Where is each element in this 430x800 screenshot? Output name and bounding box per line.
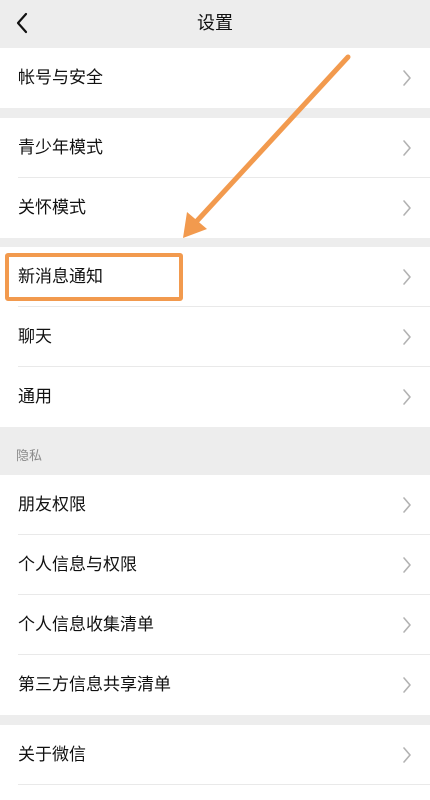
chevron-right-icon [403,617,411,633]
chevron-right-icon [403,70,411,86]
settings-item-care-mode[interactable]: 关怀模式 [0,178,430,238]
settings-item-youth-mode[interactable]: 青少年模式 [0,118,430,178]
settings-group-about: 关于微信 [0,725,430,800]
chevron-right-icon [403,497,411,513]
section-title: 隐私 [16,449,43,464]
chevron-right-icon [403,557,411,573]
settings-item-about-wechat[interactable]: 关于微信 [0,725,430,785]
section-header-privacy: 隐私 [0,427,430,475]
settings-item-label: 帐号与安全 [18,68,103,88]
settings-item-chat[interactable]: 聊天 [0,307,430,367]
settings-item-third-party-sharing[interactable]: 第三方信息共享清单 [0,655,430,715]
settings-item-label: 个人信息与权限 [18,555,137,575]
settings-item-label: 个人信息收集清单 [18,615,154,635]
settings-group-account: 帐号与安全 [0,48,430,108]
chevron-right-icon [403,747,411,763]
settings-item-label: 青少年模式 [18,138,103,158]
chevron-right-icon [403,140,411,156]
divider [18,784,430,785]
settings-item-account-security[interactable]: 帐号与安全 [0,48,430,108]
top-bar: 设置 [0,0,430,47]
settings-item-label: 聊天 [18,327,52,347]
chevron-right-icon [403,269,411,285]
highlight-box [5,253,183,301]
settings-item-label: 第三方信息共享清单 [18,675,171,695]
settings-item-friend-permissions[interactable]: 朋友权限 [0,475,430,535]
settings-item-personal-info-permissions[interactable]: 个人信息与权限 [0,535,430,595]
settings-group-privacy: 朋友权限 个人信息与权限 个人信息收集清单 第三方信息共享清单 [0,475,430,715]
settings-item-label: 通用 [18,387,52,407]
settings-group-modes: 青少年模式 关怀模式 [0,118,430,238]
chevron-right-icon [403,200,411,216]
settings-item-general[interactable]: 通用 [0,367,430,427]
settings-item-label: 朋友权限 [18,495,86,515]
chevron-right-icon [403,677,411,693]
settings-item-personal-info-collection[interactable]: 个人信息收集清单 [0,595,430,655]
page-title: 设置 [197,13,233,34]
chevron-right-icon [403,329,411,345]
settings-item-label: 关于微信 [18,745,86,765]
chevron-right-icon [403,389,411,405]
settings-item-label: 关怀模式 [18,198,86,218]
